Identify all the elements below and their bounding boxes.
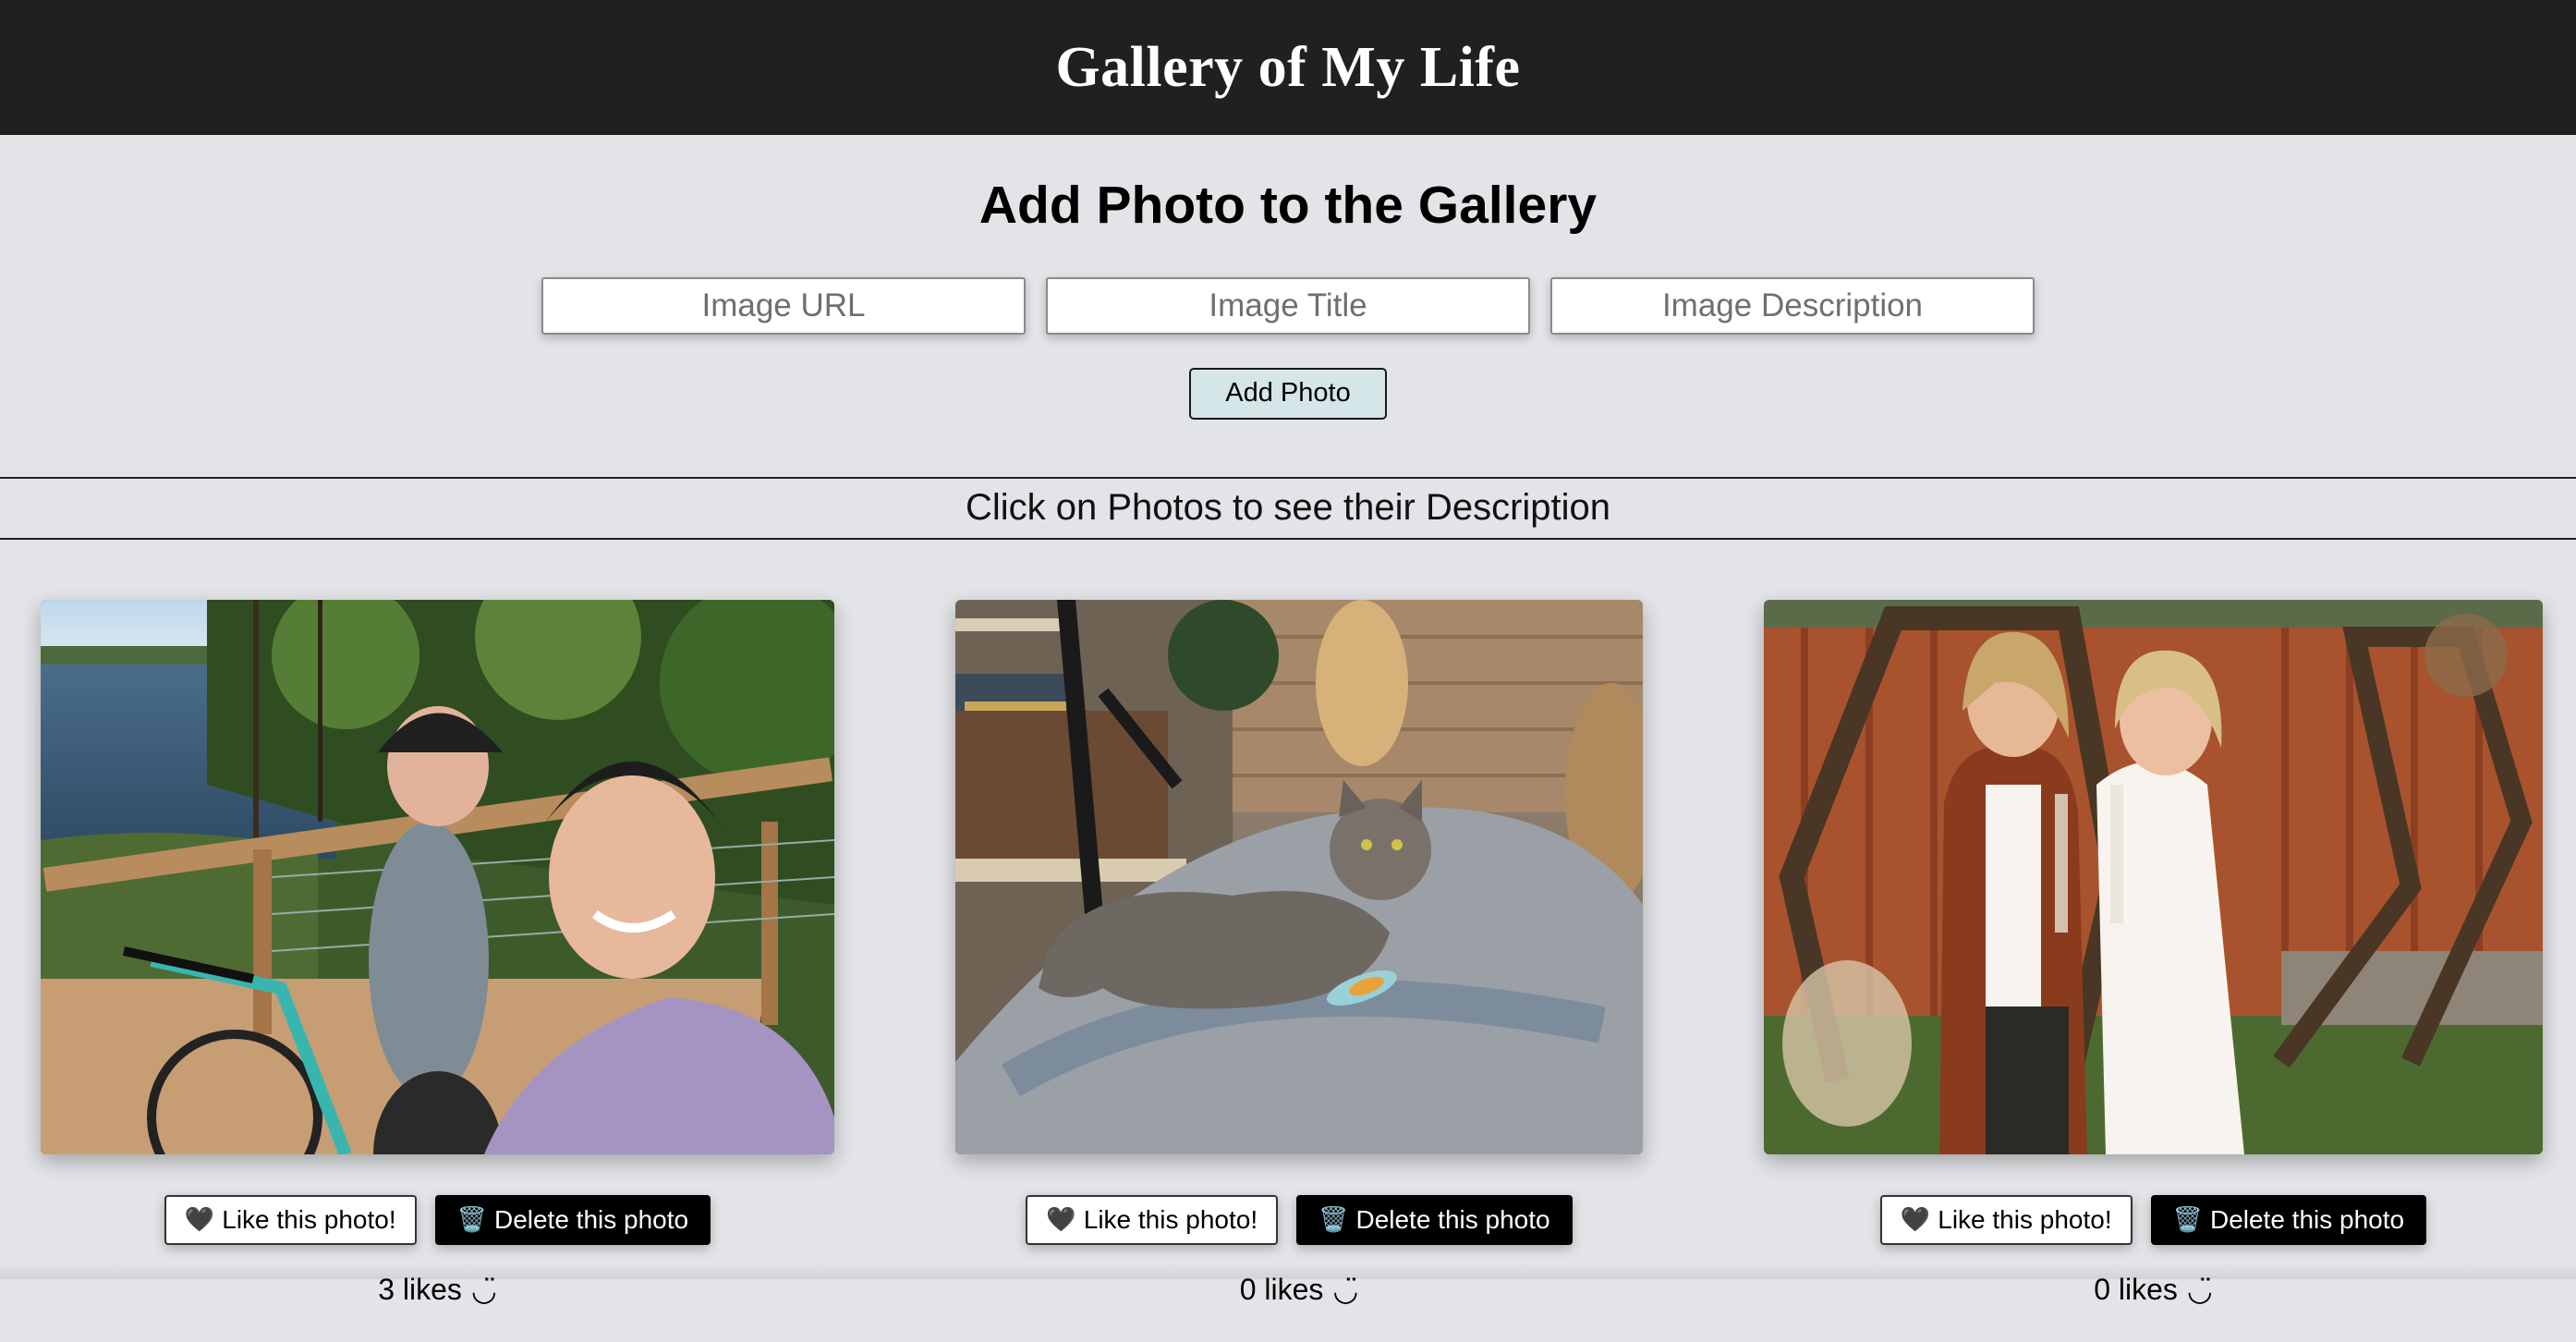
site-title: Gallery of My Life (1055, 35, 1521, 99)
site-header: Gallery of My Life (0, 0, 2576, 135)
delete-button[interactable]: 🗑️ Delete this photo (1296, 1194, 1573, 1245)
form-inputs (0, 276, 2576, 335)
bike-selfie-photo (41, 599, 834, 1154)
add-photo-form: Add Photo to the Gallery Add Photo (0, 135, 2576, 420)
delete-button-label: Delete this photo (2209, 1204, 2405, 1234)
photo-image[interactable] (955, 599, 1643, 1154)
photo-gallery: 🖤 Like this photo! 🗑️ Delete this photo … (0, 540, 2576, 1307)
trash-icon: 🗑️ (456, 1205, 487, 1234)
photo-card: 🖤 Like this photo! 🗑️ Delete this photo … (41, 599, 834, 1308)
delete-button-label: Delete this photo (493, 1204, 689, 1234)
like-button-label: Like this photo! (1938, 1204, 2112, 1234)
like-button-label: Like this photo! (222, 1204, 396, 1234)
like-button[interactable]: 🖤 Like this photo! (1879, 1194, 2132, 1245)
like-button-label: Like this photo! (1083, 1204, 1258, 1234)
image-description-input[interactable] (1550, 276, 2035, 335)
like-button[interactable]: 🖤 Like this photo! (164, 1194, 417, 1245)
photo-card: 🖤 Like this photo! 🗑️ Delete this photo … (955, 599, 1643, 1308)
add-photo-button[interactable]: Add Photo (1189, 367, 1387, 420)
card-buttons: 🖤 Like this photo! 🗑️ Delete this photo (1879, 1194, 2427, 1245)
wedding-photo (1764, 599, 2543, 1154)
trash-icon: 🗑️ (1318, 1205, 1349, 1234)
instructions-bar: Click on Photos to see their Description (0, 476, 2576, 540)
card-buttons: 🖤 Like this photo! 🗑️ Delete this photo (1026, 1194, 1573, 1245)
instructions-text: Click on Photos to see their Description (965, 487, 1611, 529)
photo-image[interactable] (41, 599, 834, 1154)
delete-button[interactable]: 🗑️ Delete this photo (434, 1194, 711, 1245)
cat-photo (955, 599, 1643, 1154)
delete-button-label: Delete this photo (1355, 1204, 1550, 1234)
delete-button[interactable]: 🗑️ Delete this photo (2150, 1194, 2427, 1245)
card-buttons: 🖤 Like this photo! 🗑️ Delete this photo (164, 1194, 711, 1245)
black-heart-icon: 🖤 (184, 1205, 215, 1234)
page-bottom-shadow (0, 1263, 2576, 1279)
photo-card: 🖤 Like this photo! 🗑️ Delete this photo … (1764, 599, 2543, 1308)
black-heart-icon: 🖤 (1046, 1205, 1076, 1234)
form-heading: Add Photo to the Gallery (978, 176, 1598, 235)
trash-icon: 🗑️ (2172, 1205, 2203, 1234)
image-title-input[interactable] (1046, 276, 1530, 335)
like-button[interactable]: 🖤 Like this photo! (1026, 1194, 1279, 1245)
image-url-input[interactable] (541, 276, 1026, 335)
black-heart-icon: 🖤 (1900, 1205, 1931, 1234)
photo-image[interactable] (1764, 599, 2543, 1154)
